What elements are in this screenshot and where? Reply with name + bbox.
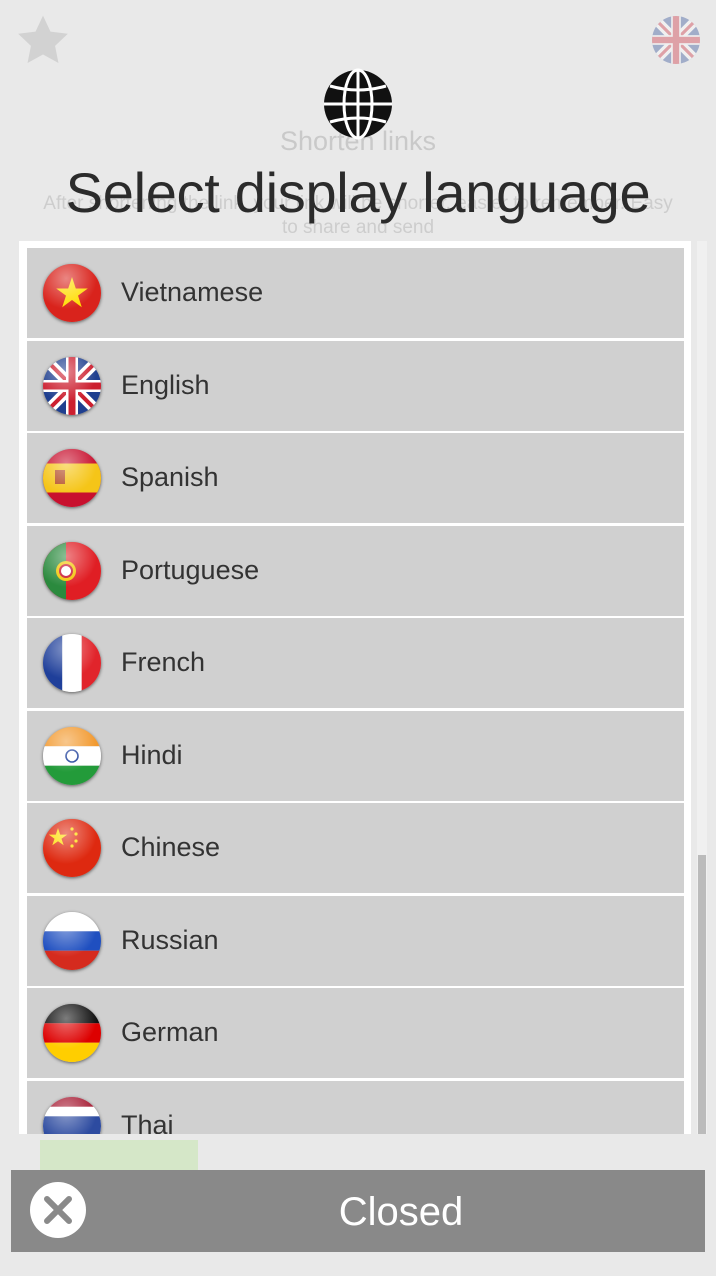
language-label: Portuguese: [121, 555, 260, 585]
spain-flag-icon: [43, 449, 101, 507]
france-flag-icon: [43, 634, 101, 692]
language-item-chinese[interactable]: Chinese: [27, 803, 684, 893]
language-item-hindi[interactable]: Hindi: [27, 711, 684, 801]
language-label: German: [121, 1017, 219, 1047]
language-item-thai[interactable]: Thai: [27, 1081, 684, 1134]
close-button[interactable]: Closed: [11, 1170, 705, 1252]
language-label: French: [121, 647, 206, 677]
favorite-star-icon: [18, 15, 68, 63]
language-label: Russian: [121, 925, 219, 955]
china-flag-icon: [43, 819, 101, 877]
dialog-title: Select display language: [65, 161, 651, 224]
language-label: Spanish: [121, 462, 219, 492]
globe-icon: [324, 68, 392, 140]
language-item-vietnamese[interactable]: Vietnamese: [27, 248, 684, 338]
language-item-german[interactable]: German: [27, 988, 684, 1078]
language-list[interactable]: Vietnamese English Spanish Portuguese Fr…: [19, 241, 691, 1134]
language-label: Chinese: [121, 832, 221, 862]
language-label: Vietnamese: [121, 277, 264, 307]
portugal-flag-icon: [43, 542, 101, 600]
language-label: Hindi: [121, 740, 183, 770]
language-label: Thai: [121, 1110, 174, 1134]
language-item-english[interactable]: English: [27, 341, 684, 431]
close-button-label: Closed: [338, 1190, 464, 1234]
language-label: English: [121, 370, 210, 400]
vietnam-flag-icon: [43, 264, 101, 322]
thailand-flag-icon: [43, 1097, 101, 1134]
language-item-portuguese[interactable]: Portuguese: [27, 526, 684, 616]
language-item-spanish[interactable]: Spanish: [27, 433, 684, 523]
uk-flag-icon: [43, 357, 101, 415]
language-flag-icon: [652, 16, 700, 64]
germany-flag-icon: [43, 1004, 101, 1062]
india-flag-icon: [43, 727, 101, 785]
russia-flag-icon: [43, 912, 101, 970]
language-item-russian[interactable]: Russian: [27, 896, 684, 986]
scrollbar-thumb[interactable]: [698, 855, 706, 1134]
language-item-french[interactable]: French: [27, 618, 684, 708]
